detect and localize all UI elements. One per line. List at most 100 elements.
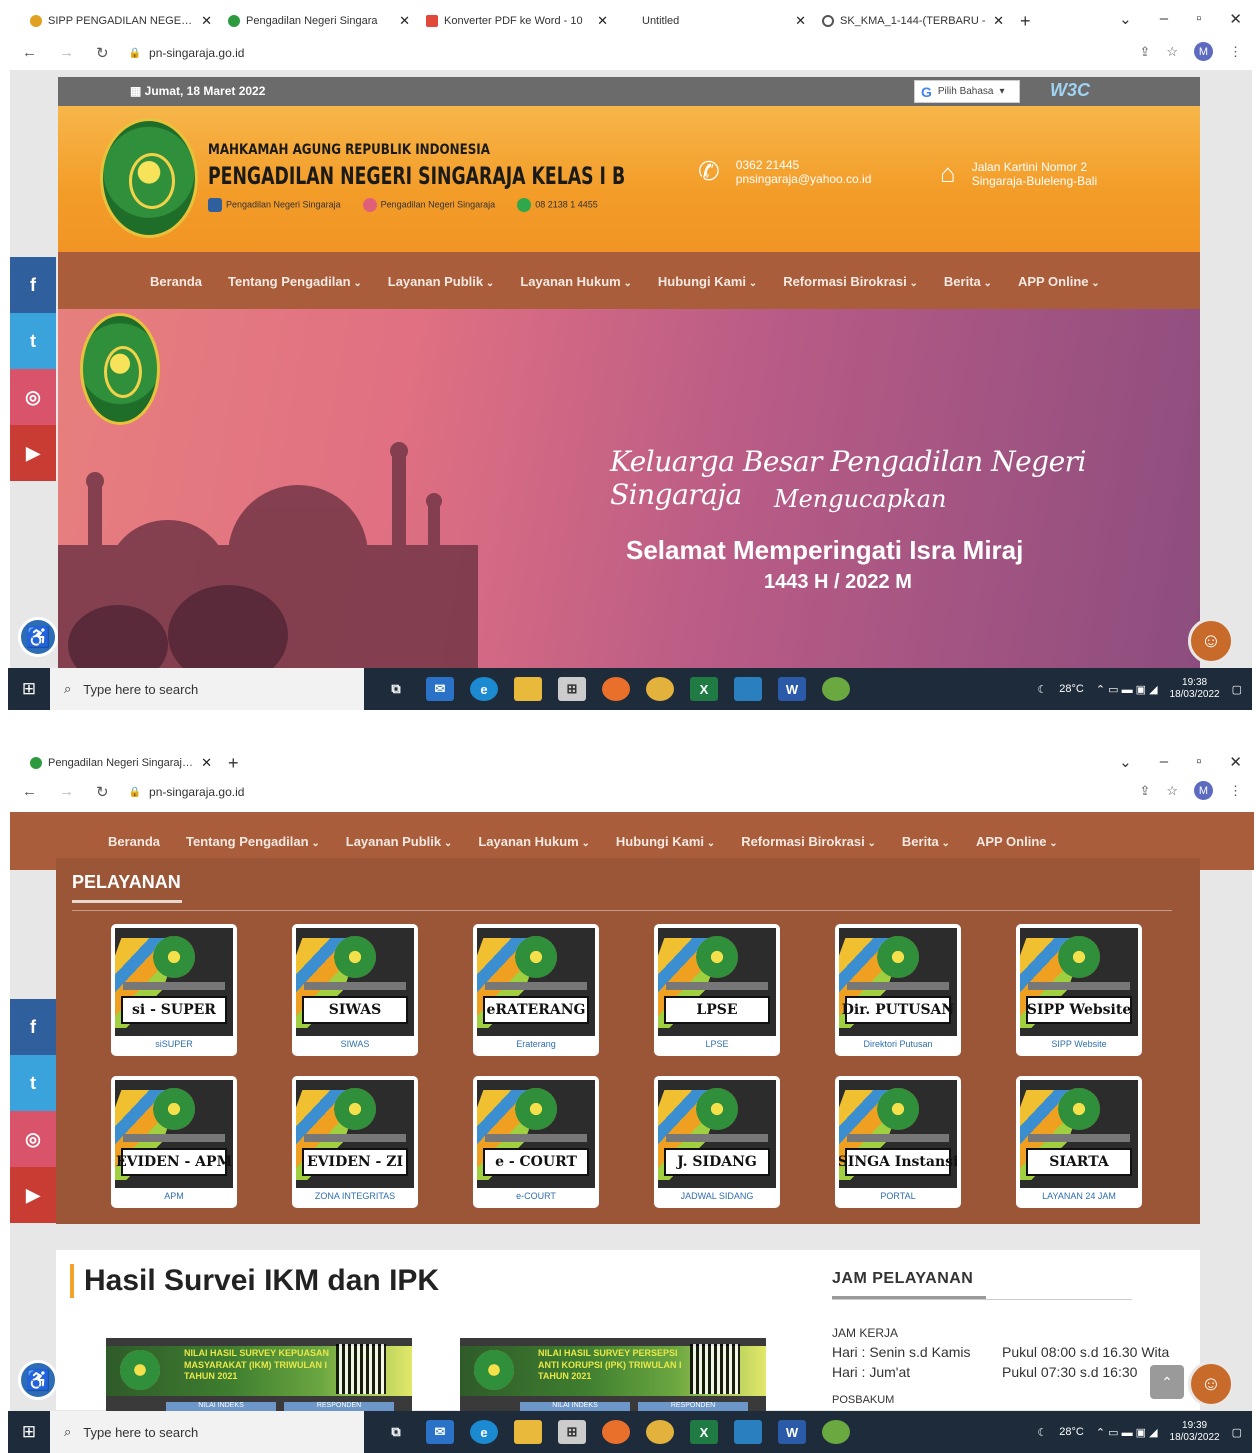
forward-icon[interactable]: → <box>59 783 74 801</box>
nav-tentang-pengadilan[interactable]: Tentang Pengadilan <box>186 834 320 849</box>
new-tab-button[interactable]: + <box>228 753 239 774</box>
new-tab-button[interactable]: + <box>1020 11 1031 32</box>
nav-tentang-pengadilan[interactable]: Tentang Pengadilan <box>228 274 362 289</box>
close-window-button[interactable]: ✕ <box>1229 10 1242 28</box>
youtube-icon[interactable]: ▶ <box>10 425 56 481</box>
service-caption[interactable]: PORTAL <box>880 1191 915 1201</box>
bookmark-star-icon[interactable]: ☆ <box>1166 44 1178 60</box>
nav-layanan-publik[interactable]: Layanan Publik <box>346 834 453 849</box>
minimize-button[interactable]: – <box>1160 10 1168 28</box>
word-icon[interactable]: W <box>778 677 806 701</box>
notification-icon[interactable]: ▢ <box>1232 683 1242 696</box>
reload-icon[interactable]: ↻ <box>96 783 109 801</box>
close-tab-icon[interactable]: ✕ <box>201 13 212 29</box>
windows-start-icon[interactable]: ⊞ <box>8 668 50 710</box>
taskbar-search[interactable]: ⌕ Type here to search <box>50 668 364 710</box>
task-view-icon[interactable]: ⧉ <box>382 1420 410 1444</box>
clock[interactable]: 19:39 18/03/2022 <box>1170 1420 1220 1445</box>
kebab-menu-icon[interactable]: ⋮ <box>1229 783 1242 799</box>
accessibility-icon[interactable]: ♿ <box>18 617 58 657</box>
chevron-down-icon[interactable]: ⌄ <box>1119 10 1132 28</box>
browser-tab[interactable]: SK_KMA_1-144-(TERBARU - ✕ <box>814 13 1012 29</box>
back-icon[interactable]: ← <box>22 44 37 62</box>
browser-tab[interactable]: Konverter PDF ke Word - 10 ✕ <box>418 13 616 29</box>
service-card[interactable]: e - COURT e-COURT <box>473 1076 599 1208</box>
mascot-chat-icon[interactable]: ☺ <box>1188 1361 1234 1407</box>
service-card[interactable]: si - SUPER siSUPER <box>111 924 237 1056</box>
edge-icon[interactable]: e <box>470 1420 498 1444</box>
chevron-down-icon[interactable]: ⌄ <box>1119 753 1132 771</box>
windows-start-icon[interactable]: ⊞ <box>8 1411 50 1453</box>
nav-reformasi-birokrasi[interactable]: Reformasi Birokrasi <box>783 274 918 289</box>
excel-icon[interactable]: X <box>690 677 718 701</box>
service-card[interactable]: eRATERANG Eraterang <box>473 924 599 1056</box>
nav-hubungi-kami[interactable]: Hubungi Kami <box>658 274 757 289</box>
edge-icon[interactable]: e <box>470 677 498 701</box>
nav-reformasi-birokrasi[interactable]: Reformasi Birokrasi <box>741 834 876 849</box>
ipk-survey-image[interactable]: NILAI HASIL SURVEY PERSEPSI ANTI KORUPSI… <box>460 1338 766 1418</box>
share-icon[interactable]: ⇪ <box>1139 44 1150 60</box>
nav-beranda[interactable]: Beranda <box>108 834 160 849</box>
nav-app-online[interactable]: APP Online <box>976 834 1058 849</box>
maximize-button[interactable]: ▫ <box>1196 753 1201 771</box>
reload-icon[interactable]: ↻ <box>96 44 109 62</box>
service-card[interactable]: SIARTA LAYANAN 24 JAM <box>1016 1076 1142 1208</box>
forward-icon[interactable]: → <box>59 44 74 62</box>
service-card[interactable]: EVIDEN - ZI ZONA INTEGRITAS <box>292 1076 418 1208</box>
close-tab-icon[interactable]: ✕ <box>795 13 806 29</box>
service-caption[interactable]: Direktori Putusan <box>863 1039 932 1049</box>
nav-layanan-hukum[interactable]: Layanan Hukum <box>520 274 632 289</box>
email-link[interactable]: pnsingaraja@yahoo.co.id <box>736 172 872 186</box>
url-field[interactable]: pn-singaraja.go.id <box>149 785 244 799</box>
whatsapp-link[interactable]: 08 2138 1 4455 <box>517 198 598 212</box>
language-select[interactable]: G Pilih Bahasa ▾ <box>914 80 1020 103</box>
nav-berita[interactable]: Berita <box>902 834 950 849</box>
chrome-icon[interactable] <box>646 1420 674 1444</box>
browser-tab[interactable]: Pengadilan Negeri Singara ✕ <box>220 13 418 29</box>
back-icon[interactable]: ← <box>22 783 37 801</box>
firefox-icon[interactable] <box>602 677 630 701</box>
clock[interactable]: 19:38 18/03/2022 <box>1170 677 1220 702</box>
tray-icons[interactable]: ⌃ ▭ ▬ ▣ ◢ <box>1096 683 1158 696</box>
service-card[interactable]: SINGA Instansi PORTAL <box>835 1076 961 1208</box>
facebook-icon[interactable]: f <box>10 999 56 1055</box>
nav-layanan-hukum[interactable]: Layanan Hukum <box>478 834 590 849</box>
weather-icon[interactable]: ☾ <box>1037 683 1047 696</box>
mail-icon[interactable]: ✉ <box>426 1420 454 1444</box>
service-caption[interactable]: Eraterang <box>516 1039 556 1049</box>
service-caption[interactable]: SIWAS <box>341 1039 370 1049</box>
photos-icon[interactable] <box>734 1420 762 1444</box>
service-caption[interactable]: SIPP Website <box>1051 1039 1106 1049</box>
service-card[interactable]: J. SIDANG JADWAL SIDANG <box>654 1076 780 1208</box>
service-card[interactable]: SIPP Website SIPP Website <box>1016 924 1142 1056</box>
tray-icons[interactable]: ⌃ ▭ ▬ ▣ ◢ <box>1096 1426 1158 1439</box>
word-icon[interactable]: W <box>778 1420 806 1444</box>
facebook-icon[interactable]: f <box>10 257 56 313</box>
nav-beranda[interactable]: Beranda <box>150 274 202 289</box>
maximize-button[interactable]: ▫ <box>1196 10 1201 28</box>
task-view-icon[interactable]: ⧉ <box>382 677 410 701</box>
instagram-icon[interactable]: ◎ <box>10 369 56 425</box>
service-card[interactable]: LPSE LPSE <box>654 924 780 1056</box>
profile-avatar[interactable]: M <box>1194 781 1213 800</box>
explorer-icon[interactable] <box>514 677 542 701</box>
browser-tab[interactable]: Pengadilan Negeri Singaraja Ke ✕ <box>22 755 220 771</box>
service-caption[interactable]: LAYANAN 24 JAM <box>1042 1191 1116 1201</box>
kebab-menu-icon[interactable]: ⋮ <box>1229 44 1242 60</box>
nav-hubungi-kami[interactable]: Hubungi Kami <box>616 834 715 849</box>
notification-icon[interactable]: ▢ <box>1232 1426 1242 1439</box>
twitter-icon[interactable]: t <box>10 313 56 369</box>
profile-avatar[interactable]: M <box>1194 42 1213 61</box>
share-icon[interactable]: ⇪ <box>1139 783 1150 799</box>
nav-berita[interactable]: Berita <box>944 274 992 289</box>
scroll-top-button[interactable]: ⌃ <box>1150 1365 1184 1399</box>
close-tab-icon[interactable]: ✕ <box>597 13 608 29</box>
excel-icon[interactable]: X <box>690 1420 718 1444</box>
browser-tab[interactable]: Untitled ✕ <box>616 13 814 29</box>
chrome-icon[interactable] <box>646 677 674 701</box>
accessibility-icon[interactable]: ♿ <box>18 1360 58 1400</box>
close-window-button[interactable]: ✕ <box>1229 753 1242 771</box>
service-card[interactable]: SIWAS SIWAS <box>292 924 418 1056</box>
instagram-icon[interactable]: ◎ <box>10 1111 56 1167</box>
close-tab-icon[interactable]: ✕ <box>201 755 212 771</box>
